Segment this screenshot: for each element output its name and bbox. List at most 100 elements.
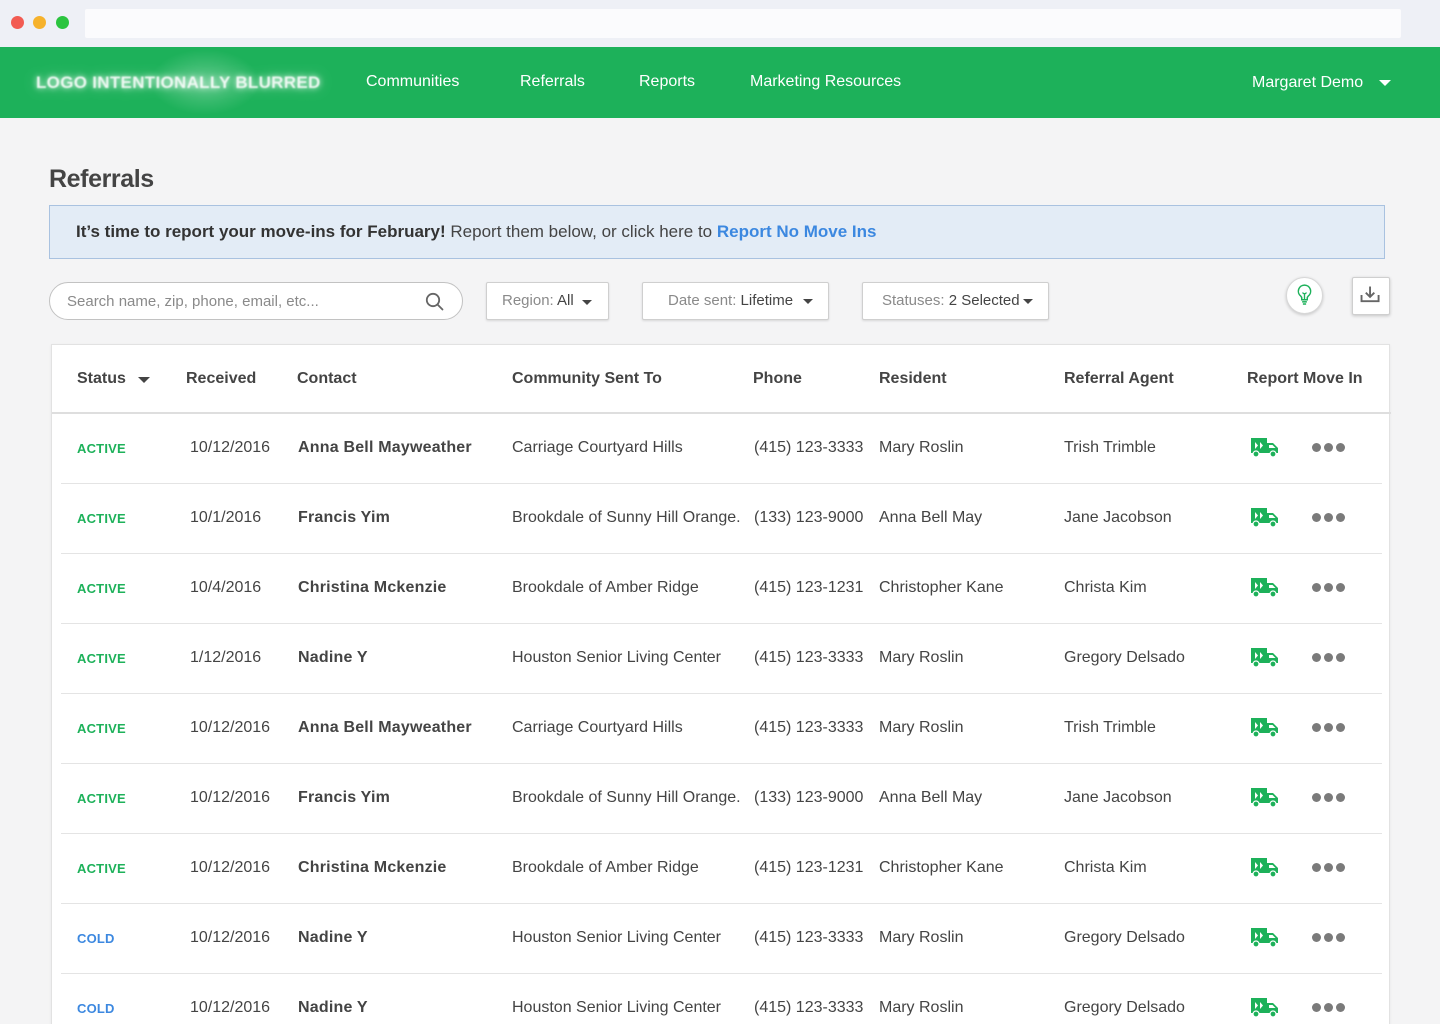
moving-truck-icon[interactable] xyxy=(1250,785,1281,809)
download-button[interactable] xyxy=(1352,277,1390,315)
chevron-down-icon xyxy=(582,300,592,305)
region-filter-dropdown[interactable]: Region: All xyxy=(486,282,609,320)
contact-name[interactable]: Anna Bell Mayweather xyxy=(298,719,472,737)
column-header-report-move-in: Report Move In xyxy=(1247,370,1363,387)
date-sent-filter-value: Lifetime xyxy=(740,292,794,309)
referral-agent-name: Christa Kim xyxy=(1064,859,1147,876)
dot-icon xyxy=(1324,793,1333,802)
search-box[interactable] xyxy=(49,282,463,320)
tips-button[interactable] xyxy=(1286,277,1323,314)
more-options-icon[interactable] xyxy=(1312,723,1346,733)
more-options-icon[interactable] xyxy=(1312,583,1346,593)
table-row[interactable]: ACTIVE 10/12/2016 Anna Bell Mayweather Carr… xyxy=(61,414,1382,484)
contact-name[interactable]: Francis Yim xyxy=(298,509,390,527)
table-row[interactable]: ACTIVE 10/12/2016 Christina Mckenzie Brookd… xyxy=(61,834,1382,904)
table-header: Status Received Contact Community Sent T… xyxy=(52,345,1391,414)
resident-name: Anna Bell May xyxy=(879,789,983,806)
dot-icon xyxy=(1312,793,1321,802)
minimize-window-dot[interactable] xyxy=(33,16,46,29)
column-header-contact[interactable]: Contact xyxy=(297,370,357,388)
more-options-icon[interactable] xyxy=(1312,513,1346,523)
date-sent-filter-label: Date sent: xyxy=(668,292,737,309)
received-date: 10/12/2016 xyxy=(190,719,271,736)
dot-icon xyxy=(1336,933,1345,942)
moving-truck-icon[interactable] xyxy=(1250,715,1281,739)
column-header-resident[interactable]: Resident xyxy=(879,370,947,388)
date-sent-filter-dropdown[interactable]: Date sent: Lifetime xyxy=(642,282,829,320)
report-no-move-ins-link[interactable]: Report No Move Ins xyxy=(717,222,877,241)
phone-number: (415) 123-3333 xyxy=(754,999,864,1016)
statuses-filter-dropdown[interactable]: Statuses: 2 Selected xyxy=(862,282,1049,320)
close-window-dot[interactable] xyxy=(11,16,24,29)
contact-name[interactable]: Francis Yim xyxy=(298,789,390,807)
table-row[interactable]: COLD 10/12/2016 Nadine Y Houston Senior Liv… xyxy=(61,974,1382,1024)
banner-text: Report them below, or click here to xyxy=(450,222,713,241)
table-row[interactable]: ACTIVE 10/1/2016 Francis Yim Brookdale of S… xyxy=(61,484,1382,554)
chevron-down-icon[interactable] xyxy=(1379,80,1391,86)
column-header-status[interactable]: Status xyxy=(77,370,126,388)
column-header-referral-agent[interactable]: Referral Agent xyxy=(1064,370,1174,388)
status-badge: ACTIVE xyxy=(77,441,126,456)
community-name: Carriage Courtyard Hills xyxy=(512,439,683,456)
maximize-window-dot[interactable] xyxy=(56,16,69,29)
moving-truck-icon[interactable] xyxy=(1250,855,1281,879)
community-name: Houston Senior Living Center xyxy=(512,929,722,946)
address-bar[interactable] xyxy=(85,9,1401,38)
contact-name[interactable]: Anna Bell Mayweather xyxy=(298,439,472,457)
dot-icon xyxy=(1312,1003,1321,1012)
contact-name[interactable]: Nadine Y xyxy=(298,929,368,947)
logo[interactable]: LOGO INTENTIONALLY BLURRED xyxy=(36,73,321,93)
table-row[interactable]: ACTIVE 10/4/2016 Christina Mckenzie Brookda… xyxy=(61,554,1382,624)
status-badge: ACTIVE xyxy=(77,721,126,736)
contact-name[interactable]: Christina Mckenzie xyxy=(298,859,447,877)
search-icon[interactable] xyxy=(425,292,445,312)
user-menu[interactable]: Margaret Demo xyxy=(1252,74,1363,92)
phone-number: (415) 123-3333 xyxy=(754,929,864,946)
contact-name[interactable]: Christina Mckenzie xyxy=(298,579,447,597)
column-header-community[interactable]: Community Sent To xyxy=(512,370,662,388)
table-row[interactable]: ACTIVE 1/12/2016 Nadine Y Houston Senior Li… xyxy=(61,624,1382,694)
more-options-icon[interactable] xyxy=(1312,863,1346,873)
contact-name[interactable]: Nadine Y xyxy=(298,999,368,1017)
contact-name[interactable]: Nadine Y xyxy=(298,649,368,667)
received-date: 1/12/2016 xyxy=(190,649,262,666)
nav-link-communities[interactable]: Communities xyxy=(366,73,459,91)
nav-link-referrals[interactable]: Referrals xyxy=(520,73,585,91)
moving-truck-icon[interactable] xyxy=(1250,645,1281,669)
search-input[interactable] xyxy=(67,291,407,311)
referral-agent-name: Trish Trimble xyxy=(1064,719,1156,736)
received-date: 10/4/2016 xyxy=(190,579,262,596)
nav-link-marketing-resources[interactable]: Marketing Resources xyxy=(750,73,901,91)
browser-chrome xyxy=(0,0,1440,47)
sort-caret-icon[interactable] xyxy=(138,377,150,383)
chevron-down-icon xyxy=(1023,299,1033,304)
more-options-icon[interactable] xyxy=(1312,933,1346,943)
more-options-icon[interactable] xyxy=(1312,793,1346,803)
top-navigation: LOGO INTENTIONALLY BLURRED Communities R… xyxy=(0,47,1440,118)
referral-agent-name: Gregory Delsado xyxy=(1064,999,1185,1016)
nav-link-reports[interactable]: Reports xyxy=(639,73,695,91)
more-options-icon[interactable] xyxy=(1312,653,1346,663)
resident-name: Mary Roslin xyxy=(879,649,964,666)
moving-truck-icon[interactable] xyxy=(1250,925,1281,949)
moving-truck-icon[interactable] xyxy=(1250,505,1281,529)
table-row[interactable]: ACTIVE 10/12/2016 Francis Yim Brookdale of … xyxy=(61,764,1382,834)
moving-truck-icon[interactable] xyxy=(1250,575,1281,599)
table-row[interactable]: COLD 10/12/2016 Nadine Y Houston Senior Liv… xyxy=(61,904,1382,974)
column-header-phone[interactable]: Phone xyxy=(753,370,802,388)
dot-icon xyxy=(1312,513,1321,522)
dot-icon xyxy=(1336,513,1345,522)
received-date: 10/12/2016 xyxy=(190,439,271,456)
table-row[interactable]: ACTIVE 10/12/2016 Anna Bell Mayweather Carr… xyxy=(61,694,1382,764)
community-name: Houston Senior Living Center xyxy=(512,649,722,666)
moving-truck-icon[interactable] xyxy=(1250,995,1281,1019)
referral-agent-name: Trish Trimble xyxy=(1064,439,1156,456)
more-options-icon[interactable] xyxy=(1312,443,1346,453)
community-name: Brookdale of Amber Ridge xyxy=(512,579,699,596)
more-options-icon[interactable] xyxy=(1312,1003,1346,1013)
received-date: 10/1/2016 xyxy=(190,509,262,526)
moving-truck-icon[interactable] xyxy=(1250,435,1281,459)
region-filter-value: All xyxy=(557,292,574,309)
referral-agent-name: Jane Jacobson xyxy=(1064,789,1172,806)
column-header-received[interactable]: Received xyxy=(186,370,256,388)
